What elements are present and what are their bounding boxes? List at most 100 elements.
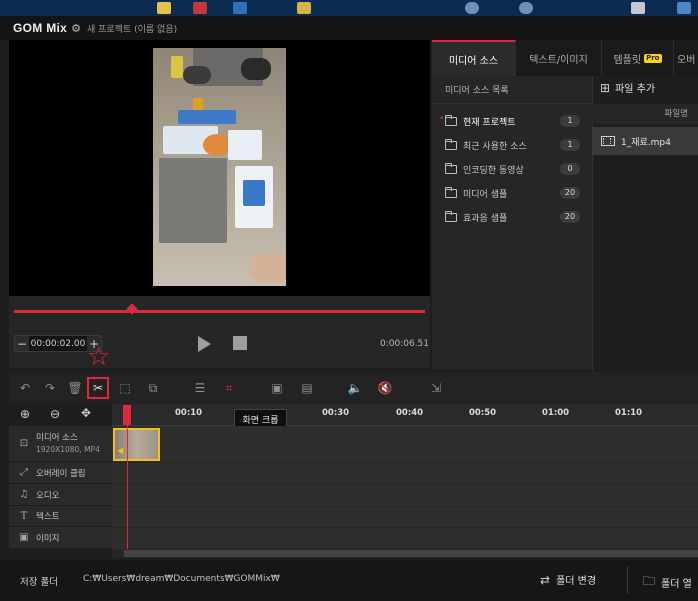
film-icon <box>601 136 615 146</box>
source-item-count: 20 <box>560 211 580 223</box>
media-clip[interactable]: ◀ <box>113 428 160 461</box>
source-item-media-samples[interactable]: 미디어 샘플 20 <box>432 181 592 205</box>
panel-tabs: 미디어 소스 텍스트/이미지 템플릿 Pro 오버 <box>432 40 698 76</box>
stop-button[interactable] <box>233 336 247 350</box>
desktop-icon <box>297 2 311 14</box>
crop-icon[interactable]: ⌗ <box>220 379 238 397</box>
source-item-encoded[interactable]: 인코딩한 동영상 0 <box>432 157 592 181</box>
track-media-source[interactable]: ⊡ 미디어 소스 1920X1080, MP4 <box>9 426 112 462</box>
track-title: 미디어 소스 <box>36 432 78 443</box>
cut-button[interactable]: ✂ <box>87 377 109 399</box>
ruler-tick-label: 00:40 <box>396 408 424 418</box>
folder-open-icon <box>445 114 457 126</box>
timeline-track-area[interactable] <box>112 426 698 549</box>
playhead-line <box>127 405 128 549</box>
folder-icon <box>445 138 457 150</box>
app-logo: GOM Mix <box>13 21 68 35</box>
delete-icon[interactable]: 🗑 <box>66 379 84 397</box>
track-title: 이미지 <box>36 533 60 544</box>
star-annotation-icon: ☆ <box>87 342 111 372</box>
play-button[interactable] <box>198 336 211 352</box>
ruler-tick-label: 01:00 <box>542 408 570 418</box>
track-title: 텍스트 <box>36 512 60 522</box>
folder-icon: 🗀 <box>643 574 656 588</box>
folder-change-icon: ⇄ <box>540 572 551 587</box>
music-icon: ♫ <box>19 489 29 500</box>
player-controls <box>9 296 430 368</box>
volume-icon[interactable]: 🔈 <box>346 379 364 397</box>
detach-icon[interactable]: ⧉ <box>144 379 162 397</box>
source-item-count: 20 <box>560 187 580 199</box>
speaker-icon: ◀ <box>117 446 124 455</box>
timecode-decrease-button[interactable]: − <box>15 336 29 351</box>
source-item-count: 1 <box>560 139 580 151</box>
image-icon[interactable]: ▤ <box>298 379 316 397</box>
source-item-label: 미디어 샘플 <box>463 189 508 200</box>
open-folder-button[interactable]: 🗀 폴더 열 <box>643 572 692 593</box>
zoom-out-icon[interactable]: ⊖ <box>50 407 60 421</box>
desktop-icon <box>465 2 479 14</box>
source-item-label: 인코딩한 동영상 <box>463 165 524 176</box>
seek-bar[interactable] <box>14 310 425 313</box>
desktop-icon <box>193 2 207 14</box>
save-folder-path: C:₩Users₩dream₩Documents₩GOMMix₩ <box>83 574 280 584</box>
active-dot-icon: • <box>439 114 445 124</box>
gear-icon[interactable]: ⚙ <box>71 22 81 35</box>
overlay-icon: ⤢ <box>20 467 28 478</box>
tab-label: 오버 <box>677 54 696 66</box>
title-bar: GOM Mix ⚙ 새 프로젝트 (이름 없음) <box>0 16 698 40</box>
desktop-icon <box>157 2 171 14</box>
zoom-controls: ⊕ ⊖ ✥ <box>9 404 112 426</box>
track-title: 오디오 <box>36 490 60 501</box>
track-divider <box>112 462 698 463</box>
source-item-label: 효과음 샘플 <box>463 213 508 224</box>
fit-icon[interactable]: ✥ <box>81 406 91 420</box>
source-item-count: 0 <box>560 163 580 175</box>
add-file-label: 파일 추가 <box>615 84 656 95</box>
track-audio[interactable]: ♫ 오디오 <box>9 484 112 506</box>
mute-icon[interactable]: 🔇 <box>376 379 394 397</box>
image-frame-icon[interactable]: ▣ <box>268 379 286 397</box>
select-range-icon[interactable]: ⬚ <box>116 379 134 397</box>
footer-divider <box>627 566 628 594</box>
tab-template[interactable]: 템플릿 Pro <box>602 40 674 76</box>
scrollbar-thumb[interactable] <box>124 550 698 557</box>
track-divider <box>112 506 698 507</box>
tab-text-image[interactable]: 텍스트/이미지 <box>516 40 602 76</box>
zoom-in-icon[interactable]: ⊕ <box>20 407 30 421</box>
add-file-button[interactable]: ⊞ 파일 추가 <box>600 80 656 96</box>
image-icon: ▣ <box>19 532 29 543</box>
source-item-recent[interactable]: 최근 사용한 소스 1 <box>432 133 592 157</box>
folder-icon <box>445 210 457 222</box>
track-overlay-clip[interactable]: ⤢ 오버레이 클립 <box>9 462 112 484</box>
source-item-label: 현재 프로젝트 <box>463 117 516 128</box>
track-title: 오버레이 클립 <box>36 468 86 479</box>
track-text[interactable]: T 텍스트 <box>9 506 112 527</box>
tab-overlay[interactable]: 오버 <box>674 40 698 76</box>
source-item-label: 최근 사용한 소스 <box>463 141 527 152</box>
tab-label: 템플릿 <box>613 54 642 66</box>
total-duration: 0:00:06.51 <box>380 339 430 349</box>
file-name-column-header[interactable]: 파일명 <box>592 104 698 124</box>
add-file-icon: ⊞ <box>600 80 611 95</box>
change-folder-button[interactable]: ⇄ 폴더 변경 <box>540 572 596 588</box>
undo-icon[interactable]: ↶ <box>16 379 34 397</box>
desktop-icon <box>233 2 247 14</box>
folder-icon <box>445 186 457 198</box>
timecode-value[interactable]: 00:00:02.00 <box>29 339 87 349</box>
ruler-tick-label: 00:30 <box>322 408 350 418</box>
source-list: • 현재 프로젝트 1 최근 사용한 소스 1 인코딩한 동영상 0 미디어 샘… <box>432 104 592 370</box>
ruler-tick-label: 00:10 <box>175 408 203 418</box>
adjust-icon[interactable]: ☰ <box>191 379 209 397</box>
file-row[interactable]: 1_재료.mp4 <box>592 127 698 155</box>
source-item-current-project[interactable]: • 현재 프로젝트 1 <box>432 109 592 133</box>
track-format: 1920X1080, MP4 <box>36 444 100 454</box>
tab-media-source[interactable]: 미디어 소스 <box>432 40 516 76</box>
text-icon: T <box>20 510 28 522</box>
redo-icon[interactable]: ↷ <box>41 379 59 397</box>
source-item-sound-samples[interactable]: 효과음 샘플 20 <box>432 205 592 229</box>
ruler-tick-label: 00:50 <box>469 408 497 418</box>
track-image[interactable]: ▣ 이미지 <box>9 527 112 549</box>
file-name: 1_재료.mp4 <box>621 137 671 148</box>
export-clip-icon[interactable]: ⇲ <box>427 379 445 397</box>
